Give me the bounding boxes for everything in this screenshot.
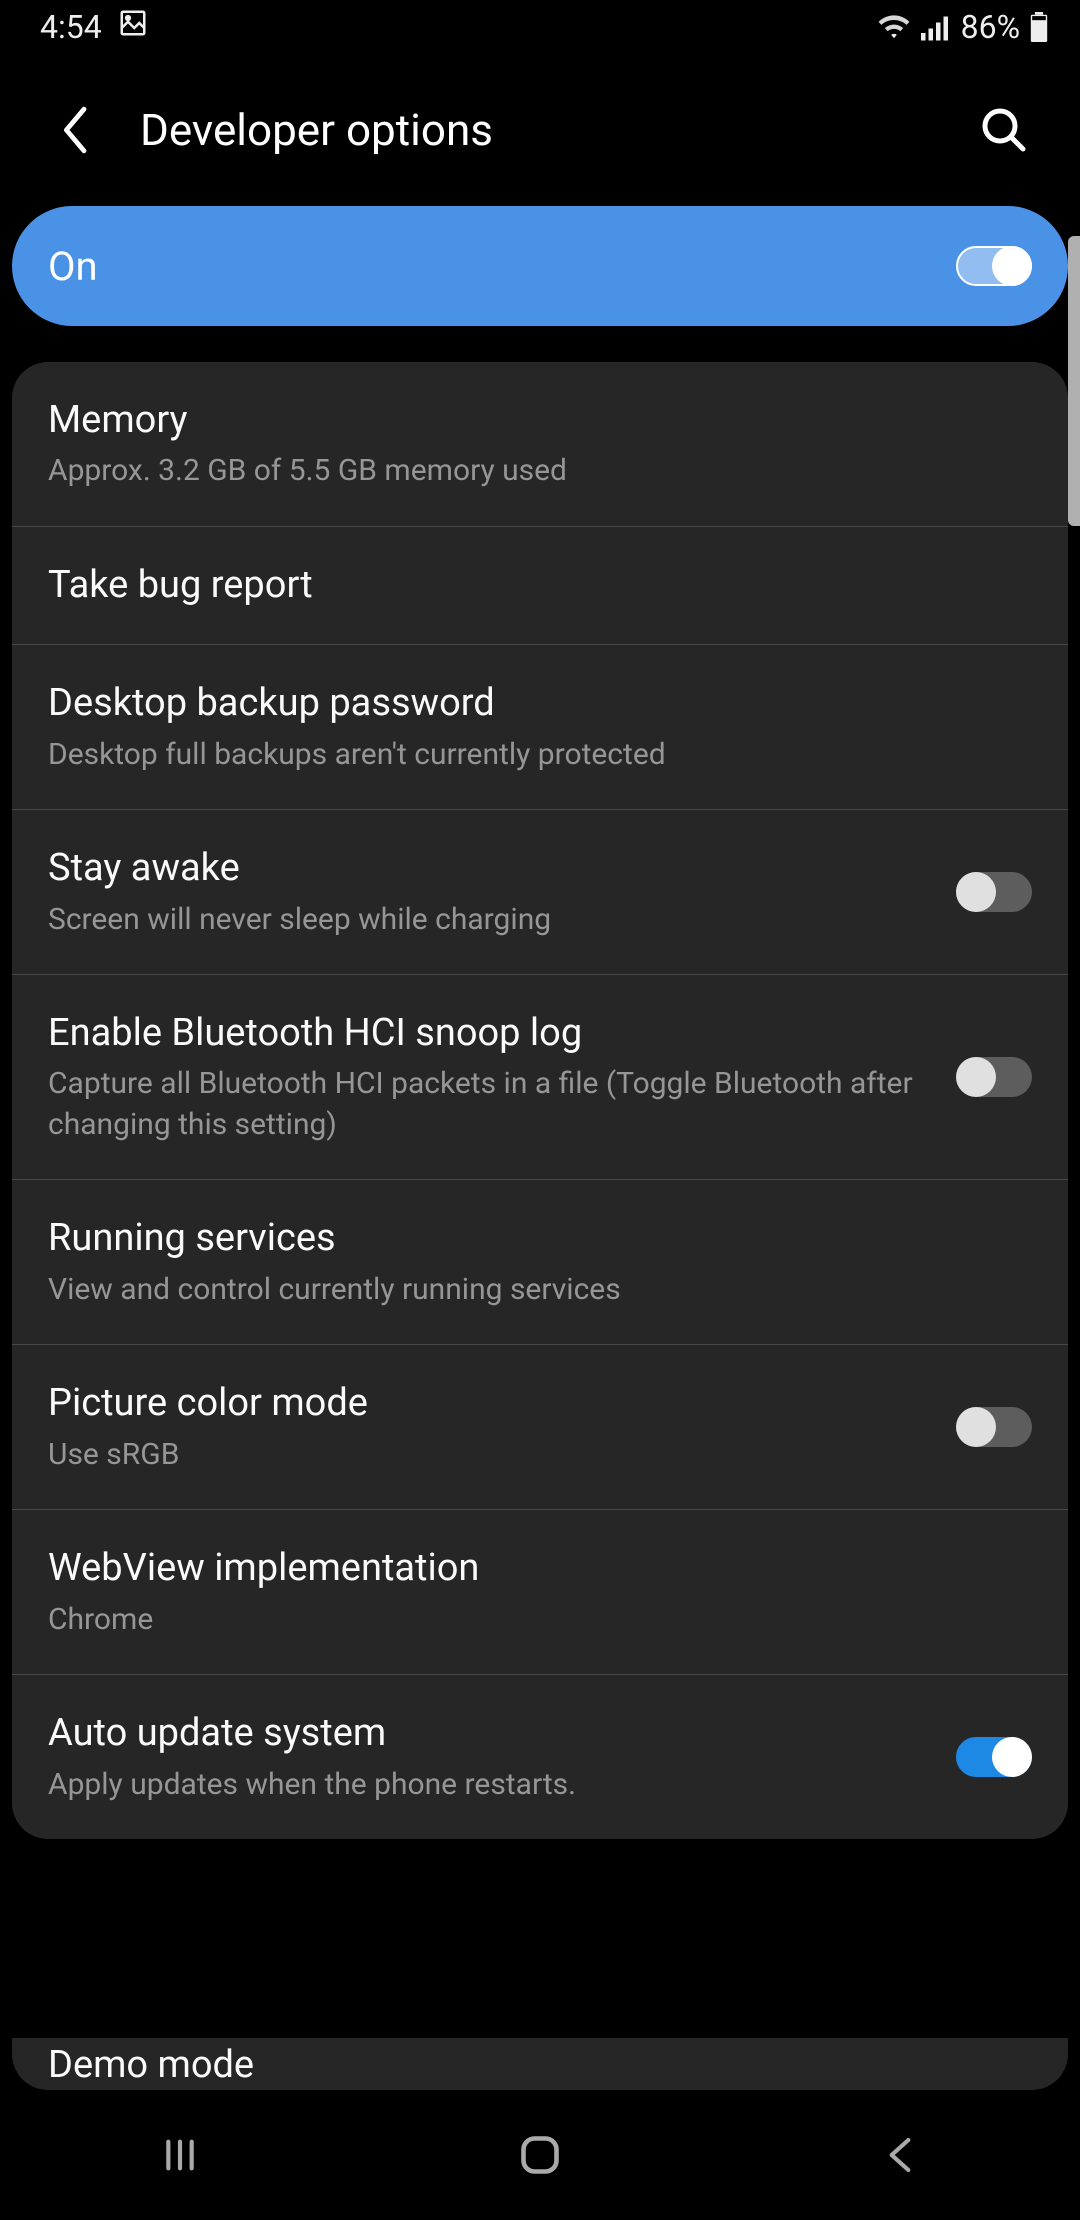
item-stayawake[interactable]: Stay awake Screen will never sleep while… <box>12 810 1068 975</box>
master-toggle-label: On <box>48 243 956 290</box>
item-title: Desktop backup password <box>48 679 1012 728</box>
item-title: WebView implementation <box>48 1544 1012 1593</box>
page-title: Developer options <box>140 104 940 156</box>
scrollbar[interactable] <box>1068 236 1080 526</box>
toggle-stayawake[interactable] <box>956 872 1032 912</box>
item-btsnoop[interactable]: Enable Bluetooth HCI snoop log Capture a… <box>12 975 1068 1180</box>
battery-pct: 86% <box>961 8 1020 46</box>
item-sub: Approx. 3.2 GB of 5.5 GB memory used <box>48 451 1012 492</box>
status-bar: 4:54 86% <box>0 0 1080 54</box>
item-bugreport[interactable]: Take bug report <box>12 527 1068 645</box>
signal-icon <box>921 13 951 41</box>
item-sub: View and control currently running servi… <box>48 1270 1012 1311</box>
item-sub: Screen will never sleep while charging <box>48 900 936 941</box>
item-sub: Chrome <box>48 1600 1012 1641</box>
item-memory[interactable]: Memory Approx. 3.2 GB of 5.5 GB memory u… <box>12 362 1068 527</box>
wifi-icon <box>877 13 911 41</box>
nav-home[interactable] <box>480 2125 600 2185</box>
item-title: Auto update system <box>48 1709 936 1758</box>
nav-recents[interactable] <box>120 2125 240 2185</box>
toggle-btsnoop[interactable] <box>956 1057 1032 1097</box>
item-sub: Capture all Bluetooth HCI packets in a f… <box>48 1064 936 1145</box>
nav-back[interactable] <box>840 2125 960 2185</box>
master-toggle-card[interactable]: On <box>12 206 1068 326</box>
toggle-picturecolor[interactable] <box>956 1407 1032 1447</box>
settings-list: Memory Approx. 3.2 GB of 5.5 GB memory u… <box>12 362 1068 1839</box>
item-demo-peek[interactable]: Demo mode <box>12 2038 1068 2090</box>
master-toggle-switch[interactable] <box>956 246 1032 286</box>
item-runningservices[interactable]: Running services View and control curren… <box>12 1180 1068 1345</box>
nav-bar <box>0 2090 1080 2220</box>
back-button[interactable] <box>48 102 104 158</box>
status-time: 4:54 <box>40 8 102 46</box>
item-sub: Use sRGB <box>48 1435 936 1476</box>
screenshot-icon <box>118 8 148 46</box>
item-desktopbackup[interactable]: Desktop backup password Desktop full bac… <box>12 645 1068 810</box>
app-bar: Developer options <box>0 82 1080 178</box>
item-title: Memory <box>48 396 1012 445</box>
item-title: Stay awake <box>48 844 936 893</box>
item-autoupdate[interactable]: Auto update system Apply updates when th… <box>12 1675 1068 1839</box>
toggle-autoupdate[interactable] <box>956 1737 1032 1777</box>
item-webview[interactable]: WebView implementation Chrome <box>12 1510 1068 1675</box>
item-title: Picture color mode <box>48 1379 936 1428</box>
battery-icon <box>1030 12 1048 42</box>
search-button[interactable] <box>976 102 1032 158</box>
item-title: Enable Bluetooth HCI snoop log <box>48 1009 936 1058</box>
item-sub: Apply updates when the phone restarts. <box>48 1765 936 1806</box>
item-picturecolor[interactable]: Picture color mode Use sRGB <box>12 1345 1068 1510</box>
item-title: Take bug report <box>48 561 1012 610</box>
item-sub: Desktop full backups aren't currently pr… <box>48 735 1012 776</box>
item-title: Demo mode <box>48 2052 254 2079</box>
item-title: Running services <box>48 1214 1012 1263</box>
